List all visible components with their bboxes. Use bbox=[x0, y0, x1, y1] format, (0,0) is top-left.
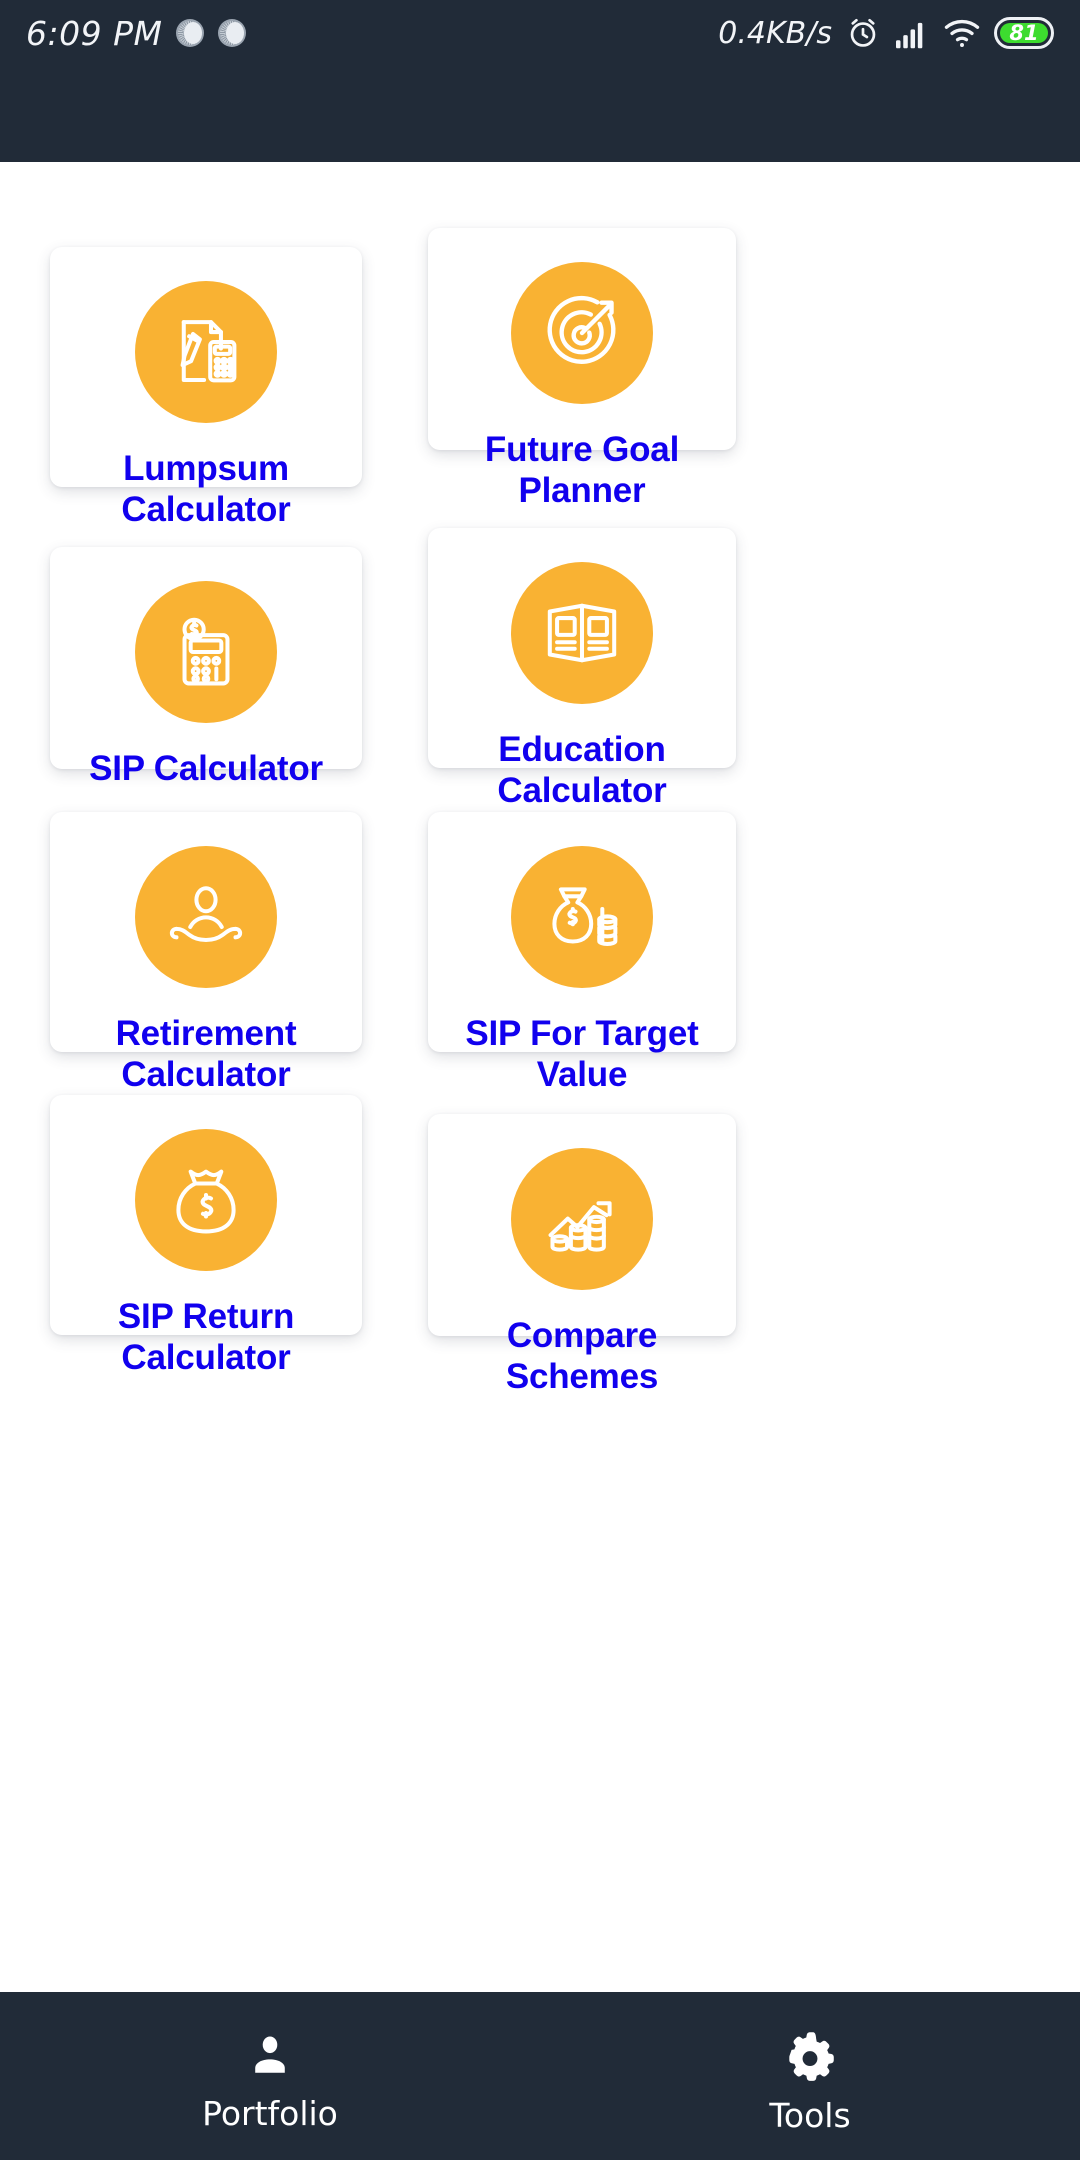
person-icon bbox=[255, 2035, 285, 2073]
target-dartboard-icon bbox=[511, 262, 653, 404]
nav-item-label: Tools bbox=[769, 2095, 851, 2135]
gear-icon bbox=[789, 2031, 834, 2081]
tool-card-label: Education Calculator bbox=[497, 730, 667, 810]
person-in-hand-icon bbox=[135, 846, 277, 988]
tool-card-sip-for-target-value[interactable]: SIP For Target Value bbox=[428, 812, 736, 1094]
calculator-coin-icon bbox=[135, 581, 277, 723]
tool-card-education-calculator[interactable]: Education Calculator bbox=[428, 528, 736, 810]
growth-chart-coins-icon bbox=[511, 1148, 653, 1290]
status-bar: 6:09 PM 0.4KB/s 81 bbox=[0, 0, 1080, 66]
nav-item-tools[interactable]: Tools bbox=[540, 1992, 1080, 2160]
status-bar-clock: 6:09 PM bbox=[26, 13, 163, 53]
network-speed-label: 0.4KB/s bbox=[718, 15, 832, 51]
tool-card-lumpsum-calculator[interactable]: Lumpsum Calculator bbox=[50, 247, 362, 529]
sync-circle-icon bbox=[218, 19, 247, 47]
nav-item-label: Portfolio bbox=[202, 2093, 338, 2133]
tool-card-label: Future Goal Planner bbox=[484, 430, 680, 510]
tool-card-label: SIP For Target Value bbox=[465, 1014, 699, 1094]
status-bar-left: 6:09 PM bbox=[26, 13, 247, 53]
tool-card-future-goal-planner[interactable]: Future Goal Planner bbox=[428, 228, 736, 510]
battery-icon: 81 bbox=[994, 17, 1054, 49]
document-pencil-calculator-icon bbox=[135, 281, 277, 423]
wifi-icon bbox=[944, 19, 980, 48]
tool-card-compare-schemes[interactable]: Compare Schemes bbox=[428, 1114, 736, 1396]
tools-grid: Lumpsum Calculator Future Goal Planner S… bbox=[0, 162, 1080, 1992]
tool-card-retirement-calculator[interactable]: Retirement Calculator bbox=[50, 812, 362, 1094]
tool-card-label: Retirement Calculator bbox=[115, 1014, 297, 1094]
sync-circle-icon bbox=[176, 19, 205, 47]
battery-level-label: 81 bbox=[1009, 21, 1039, 45]
main-content: Lumpsum Calculator Future Goal Planner S… bbox=[0, 162, 1080, 1992]
tool-card-label: Compare Schemes bbox=[505, 1316, 659, 1396]
money-bag-coins-icon bbox=[511, 846, 653, 988]
cellular-signal-icon bbox=[896, 22, 923, 49]
tool-card-label: SIP Return Calculator bbox=[117, 1297, 295, 1377]
bottom-navigation-bar: Portfolio Tools bbox=[0, 1992, 1080, 2160]
money-bag-icon bbox=[135, 1129, 277, 1271]
tool-card-sip-return-calculator[interactable]: SIP Return Calculator bbox=[50, 1095, 362, 1377]
status-bar-right: 0.4KB/s 81 bbox=[718, 15, 1054, 51]
nav-item-portfolio[interactable]: Portfolio bbox=[0, 1992, 540, 2160]
open-book-icon bbox=[511, 562, 653, 704]
app-header-band bbox=[0, 66, 1080, 162]
tool-card-sip-calculator[interactable]: SIP Calculator bbox=[50, 547, 362, 788]
tool-card-label: SIP Calculator bbox=[89, 749, 323, 788]
tool-card-label: Lumpsum Calculator bbox=[121, 449, 291, 529]
alarm-clock-icon bbox=[850, 18, 876, 47]
